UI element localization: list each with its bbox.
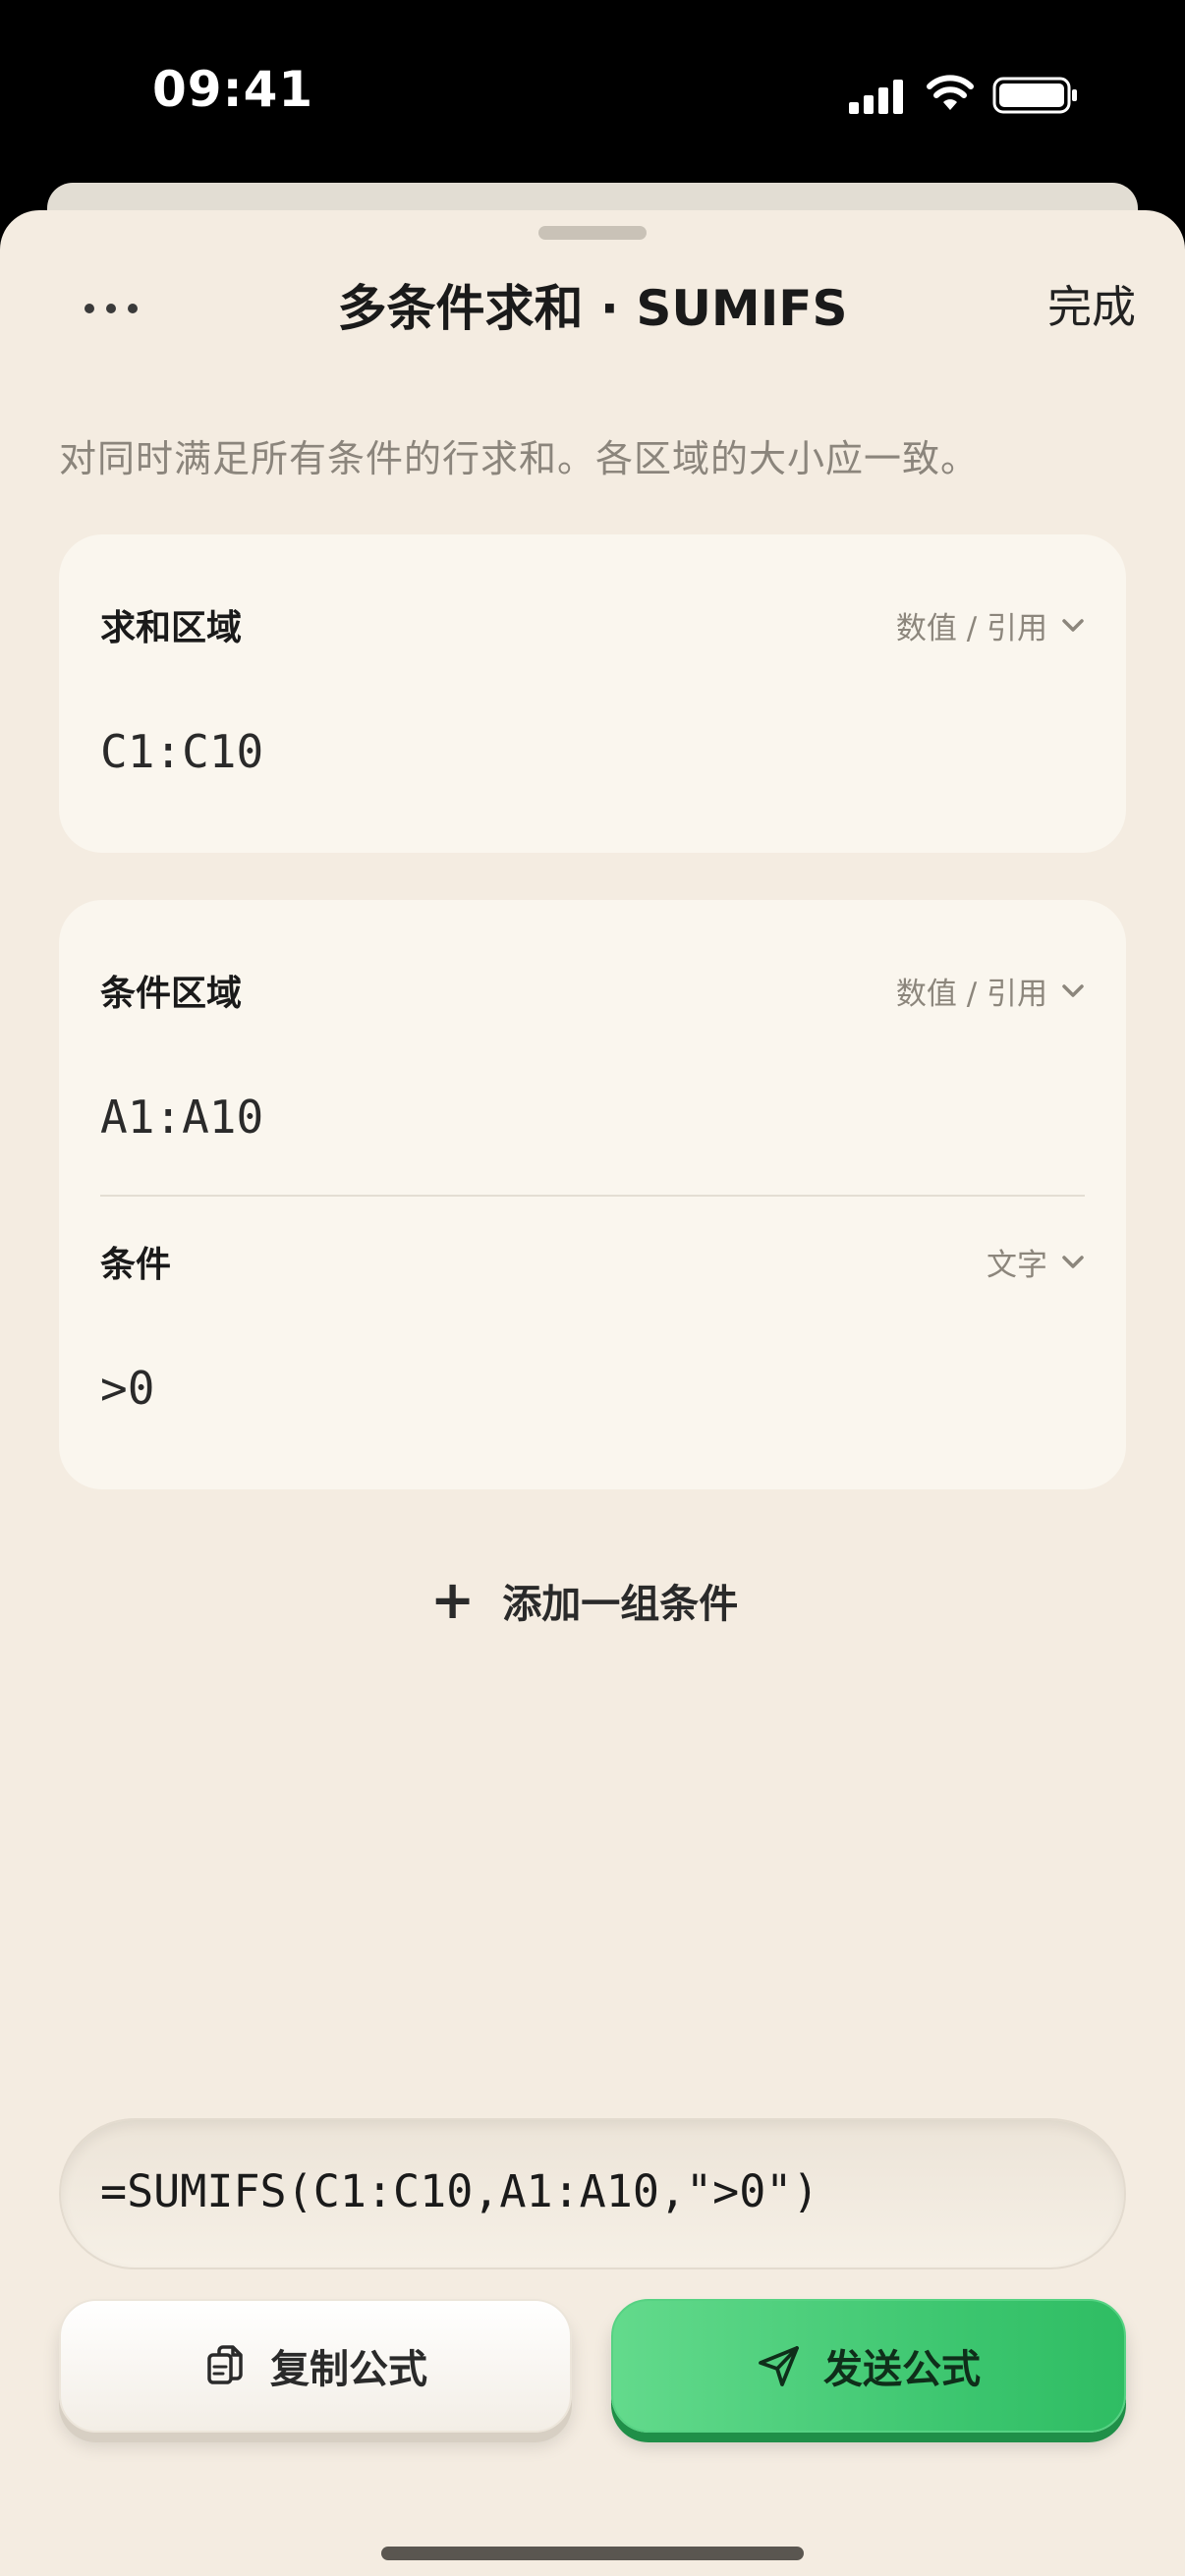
home-indicator[interactable] (381, 2547, 804, 2560)
sum-range-card: 求和区域 数值 / 引用 C1:C10 (59, 534, 1126, 853)
send-formula-label: 发送公式 (823, 2347, 981, 2392)
formula-preview: =SUMIFS(C1:C10,A1:A10,">0") (59, 2118, 1126, 2269)
battery-icon (992, 77, 1077, 114)
chevron-down-icon (1062, 983, 1084, 997)
done-button[interactable]: 完成 (1047, 271, 1136, 335)
sum-range-field: 求和区域 数值 / 引用 C1:C10 (59, 534, 1126, 853)
criteria-type-label: 文字 (987, 1248, 1047, 1283)
criteria-type-dropdown[interactable]: 文字 (987, 1240, 1085, 1284)
formula-text: =SUMIFS(C1:C10,A1:A10,">0") (100, 2165, 819, 2217)
sum-range-type-dropdown[interactable]: 数值 / 引用 (896, 603, 1085, 647)
plus-icon: + (430, 1569, 476, 1631)
sum-range-input[interactable]: C1:C10 (100, 725, 263, 778)
send-formula-button[interactable]: 发送公式 (611, 2299, 1126, 2433)
wifi-icon (927, 75, 974, 110)
sum-range-label: 求和区域 (100, 608, 243, 648)
copy-formula-label: 复制公式 (270, 2347, 427, 2392)
sumifs-sheet: 多条件求和 · SUMIFS 完成 对同时满足所有条件的行求和。各区域的大小应一… (0, 210, 1185, 2576)
status-icons (847, 73, 1083, 116)
sum-range-type-label: 数值 / 引用 (895, 611, 1047, 646)
criteria-range-label: 条件区域 (100, 974, 243, 1014)
chevron-down-icon (1062, 618, 1084, 632)
sheet-title: 多条件求和 · SUMIFS (337, 280, 848, 337)
status-bar: 09:41 (0, 0, 1185, 196)
copy-formula-button[interactable]: 复制公式 (59, 2299, 572, 2433)
send-icon (759, 2346, 799, 2386)
criteria-range-field: 条件区域 数值 / 引用 A1:A10 (59, 900, 1126, 1195)
criteria-field: 条件 文字 >0 (59, 1195, 1126, 1489)
add-criteria-group-button[interactable]: + 添加一组条件 (430, 1566, 738, 1635)
function-description: 对同时满足所有条件的行求和。各区域的大小应一致。 (59, 437, 980, 480)
cellular-signal-icon (849, 80, 903, 114)
criteria-label: 条件 (100, 1245, 172, 1285)
criteria-input[interactable]: >0 (100, 1362, 154, 1415)
criteria-group-card: 条件区域 数值 / 引用 A1:A10 条件 文字 >0 (59, 900, 1126, 1489)
criteria-range-type-label: 数值 / 引用 (895, 977, 1047, 1012)
sheet-grabber[interactable] (538, 226, 647, 240)
copy-icon (207, 2345, 243, 2384)
more-button[interactable] (77, 279, 145, 338)
status-time: 09:41 (152, 61, 314, 118)
chevron-down-icon (1062, 1255, 1084, 1268)
add-criteria-group-label: 添加一组条件 (502, 1582, 739, 1627)
ellipsis-icon (85, 304, 94, 313)
criteria-range-type-dropdown[interactable]: 数值 / 引用 (896, 969, 1085, 1013)
criteria-range-input[interactable]: A1:A10 (100, 1091, 263, 1144)
